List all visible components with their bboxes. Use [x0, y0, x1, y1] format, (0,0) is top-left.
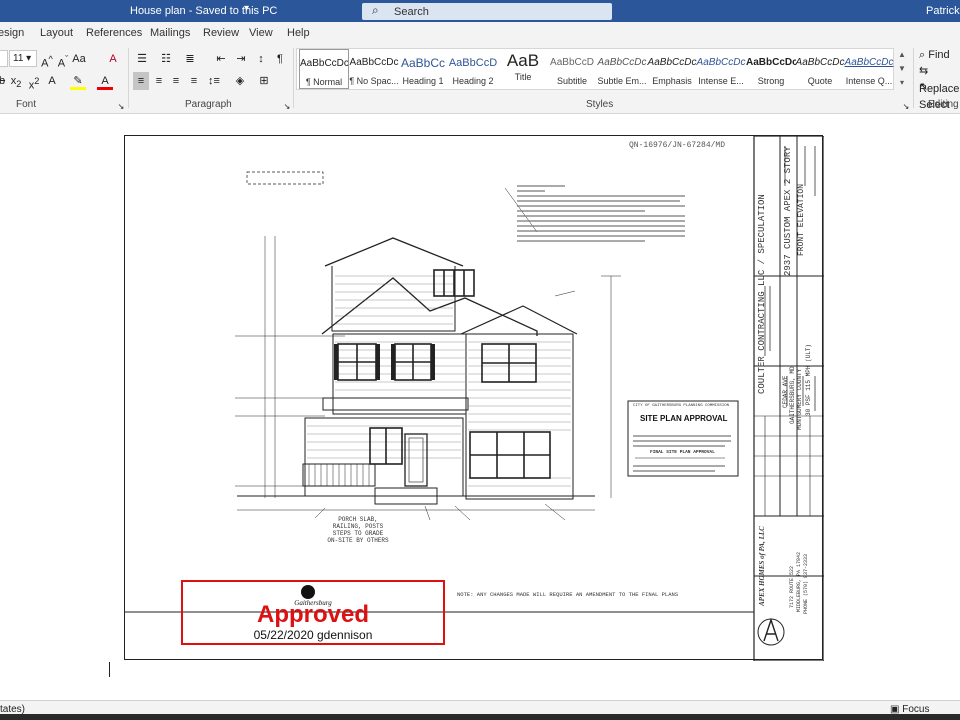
decrease-indent-icon[interactable]: ⇤ [213, 50, 229, 68]
ribbon-separator [913, 48, 914, 108]
tab-help[interactable]: Help [287, 27, 310, 39]
approval-stamp: Gaithersburg Approved 05/22/2020 gdennis… [181, 580, 445, 645]
chevron-down-icon[interactable]: ▾ [244, 3, 249, 14]
line-spacing-icon[interactable]: ↕≡ [206, 72, 222, 90]
font-dialog-launcher-icon[interactable]: ↘ [117, 98, 125, 116]
align-left-icon[interactable]: ≡ [133, 72, 149, 90]
strikethrough-icon[interactable]: b [0, 72, 7, 90]
editing-group-label: Editing [928, 99, 959, 110]
manufacturer-name: APEX HOMES of PA, LLC [758, 526, 766, 606]
company-name: COULTER CONTRACTING LLC / SPECULATION [757, 194, 767, 394]
document-canvas[interactable]: QN-16976/JN-67284/MD CITY OF GAITHERSBUR… [0, 115, 960, 713]
bullets-icon[interactable]: ☰ [134, 50, 150, 68]
cursor-icon: ↖ [919, 81, 929, 93]
text-cursor [109, 662, 110, 677]
search-box[interactable]: ⌕ Search [362, 3, 612, 20]
site-plan-header: CITY OF GAITHERSBURG PLANNING COMMISSION [633, 404, 730, 408]
embedded-drawing[interactable]: QN-16976/JN-67284/MD CITY OF GAITHERSBUR… [124, 135, 824, 661]
tab-review[interactable]: Review [203, 27, 239, 39]
style-emphasis[interactable]: AaBbCcDc Emphasis [647, 49, 697, 89]
tab-layout[interactable]: Layout [40, 27, 73, 39]
tab-mailings[interactable]: Mailings [150, 27, 190, 39]
user-name[interactable]: Patrick C [926, 5, 960, 17]
justify-icon[interactable]: ≡ [186, 72, 202, 90]
style-subtitle[interactable]: AaBbCcD Subtitle [547, 49, 597, 89]
search-icon: ⌕ [372, 3, 379, 17]
text-effects-icon[interactable]: A [44, 72, 60, 90]
style-quote[interactable]: AaBbCcDc Quote [795, 49, 845, 89]
city-logo-icon [301, 585, 315, 599]
address-line: MONTGOMERY COUNTY [796, 368, 803, 430]
highlight-icon[interactable]: ✎ [70, 72, 86, 90]
style-strong[interactable]: AaBbCcDc Strong [746, 49, 796, 89]
font-size-value: 11 [13, 53, 24, 64]
change-case-icon[interactable]: Aa [72, 50, 86, 68]
approval-status: Approved [256, 601, 369, 628]
paragraph-group-label: Paragraph [185, 99, 232, 110]
select-button[interactable]: ↖ Select [919, 78, 960, 111]
tab-design[interactable]: esign [0, 27, 24, 39]
document-title[interactable]: House plan - Saved to this PC [130, 5, 277, 17]
increase-indent-icon[interactable]: ⇥ [233, 50, 249, 68]
design-loads: 30 PSF 115 MPH (ULT) [805, 343, 812, 416]
styles-dialog-launcher-icon[interactable]: ↘ [902, 98, 910, 116]
sheet-title: FRONT ELEVATION [797, 183, 806, 256]
paragraph-dialog-launcher-icon[interactable]: ↘ [283, 98, 291, 116]
styles-scroll[interactable]: ▲ ▼ ▾ [896, 48, 908, 90]
tab-references[interactable]: References [86, 27, 142, 39]
style-heading-1[interactable]: AaBbCc Heading 1 [398, 49, 448, 89]
style-no-spacing[interactable]: AaBbCcDc ¶ No Spac... [349, 49, 399, 89]
tab-view[interactable]: View [249, 27, 273, 39]
styles-gallery: AaBbCcDc ¶ Normal AaBbCcDc ¶ No Spac... Aa… [296, 48, 894, 90]
manufacturer-address: 7172 ROUTE 522 [789, 565, 795, 608]
find-icon: ⌕ [919, 49, 926, 61]
style-heading-2[interactable]: AaBbCcD Heading 2 [448, 49, 498, 89]
sort-icon[interactable]: ↕ [253, 50, 269, 68]
ribbon-separator [128, 48, 129, 108]
subscript-icon[interactable]: x2 [9, 72, 23, 90]
align-right-icon[interactable]: ≡ [168, 72, 184, 90]
replace-icon: ⇆ [919, 65, 929, 77]
ribbon-separator [293, 48, 294, 108]
ribbon: 11 ▾ A^ Aˇ Aa A b x2 x2 A ✎ A Font ↘ ☰ ☷… [0, 44, 960, 114]
font-size-dropdown[interactable]: 11 ▾ [9, 50, 37, 67]
site-plan-subtitle: FINAL SITE PLAN APPROVAL [650, 450, 715, 455]
title-bar: House plan - Saved to this PC ▾ ⌕ Search… [0, 0, 960, 22]
porch-note: PORCH SLAB, RAILING, POSTS STEPS TO GRAD… [327, 516, 389, 544]
style-intense-quote[interactable]: AaBbCcDc Intense Q... [844, 49, 894, 89]
manufacturer-city: MIDDLEBURG, PA 17842 [796, 551, 802, 612]
font-color-icon[interactable]: A [97, 72, 113, 90]
styles-group-label: Styles [586, 99, 614, 110]
grow-font-icon[interactable]: A^ [40, 50, 54, 70]
clear-formatting-icon[interactable]: A [106, 50, 120, 68]
address-line: GAITHERSBURG, MD [789, 366, 796, 424]
shrink-font-icon[interactable]: Aˇ [56, 50, 70, 70]
align-center-icon[interactable]: ≡ [151, 72, 167, 90]
site-plan-title: SITE PLAN APPROVAL [640, 414, 728, 423]
style-normal[interactable]: AaBbCcDc ¶ Normal [299, 49, 349, 89]
style-intense-emphasis[interactable]: AaBbCcDc Intense E... [696, 49, 746, 89]
ribbon-tabs: esign Layout References Mailings Review … [0, 22, 960, 44]
numbering-icon[interactable]: ☷ [158, 50, 174, 68]
font-group-label: Font [16, 99, 37, 110]
address-line: CEDAR AVE [782, 375, 789, 408]
manufacturer-phone: PHONE (570) 837-2333 [803, 553, 809, 614]
multilevel-list-icon[interactable]: ≣ [182, 50, 198, 68]
taskbar [0, 714, 960, 720]
approval-date-user: 05/22/2020 gdennison [253, 628, 373, 642]
style-subtle-emphasis[interactable]: AaBbCcDc Subtle Em... [597, 49, 647, 89]
amendment-note: NOTE: ANY CHANGES MADE WILL REQUIRE AN A… [457, 591, 679, 598]
shading-icon[interactable]: ◈ [232, 72, 248, 90]
project-name: 2937 CUSTOM APEX 2 STORY [783, 146, 793, 276]
show-formatting-icon[interactable]: ¶ [273, 50, 287, 68]
drawing-number: QN-16976/JN-67284/MD [629, 141, 726, 150]
borders-icon[interactable]: ⊞ [256, 72, 272, 90]
style-title[interactable]: AaB Title [498, 49, 548, 89]
font-name-dropdown[interactable] [0, 50, 8, 67]
superscript-icon[interactable]: x2 [27, 72, 41, 92]
search-input[interactable]: Search [394, 6, 429, 18]
